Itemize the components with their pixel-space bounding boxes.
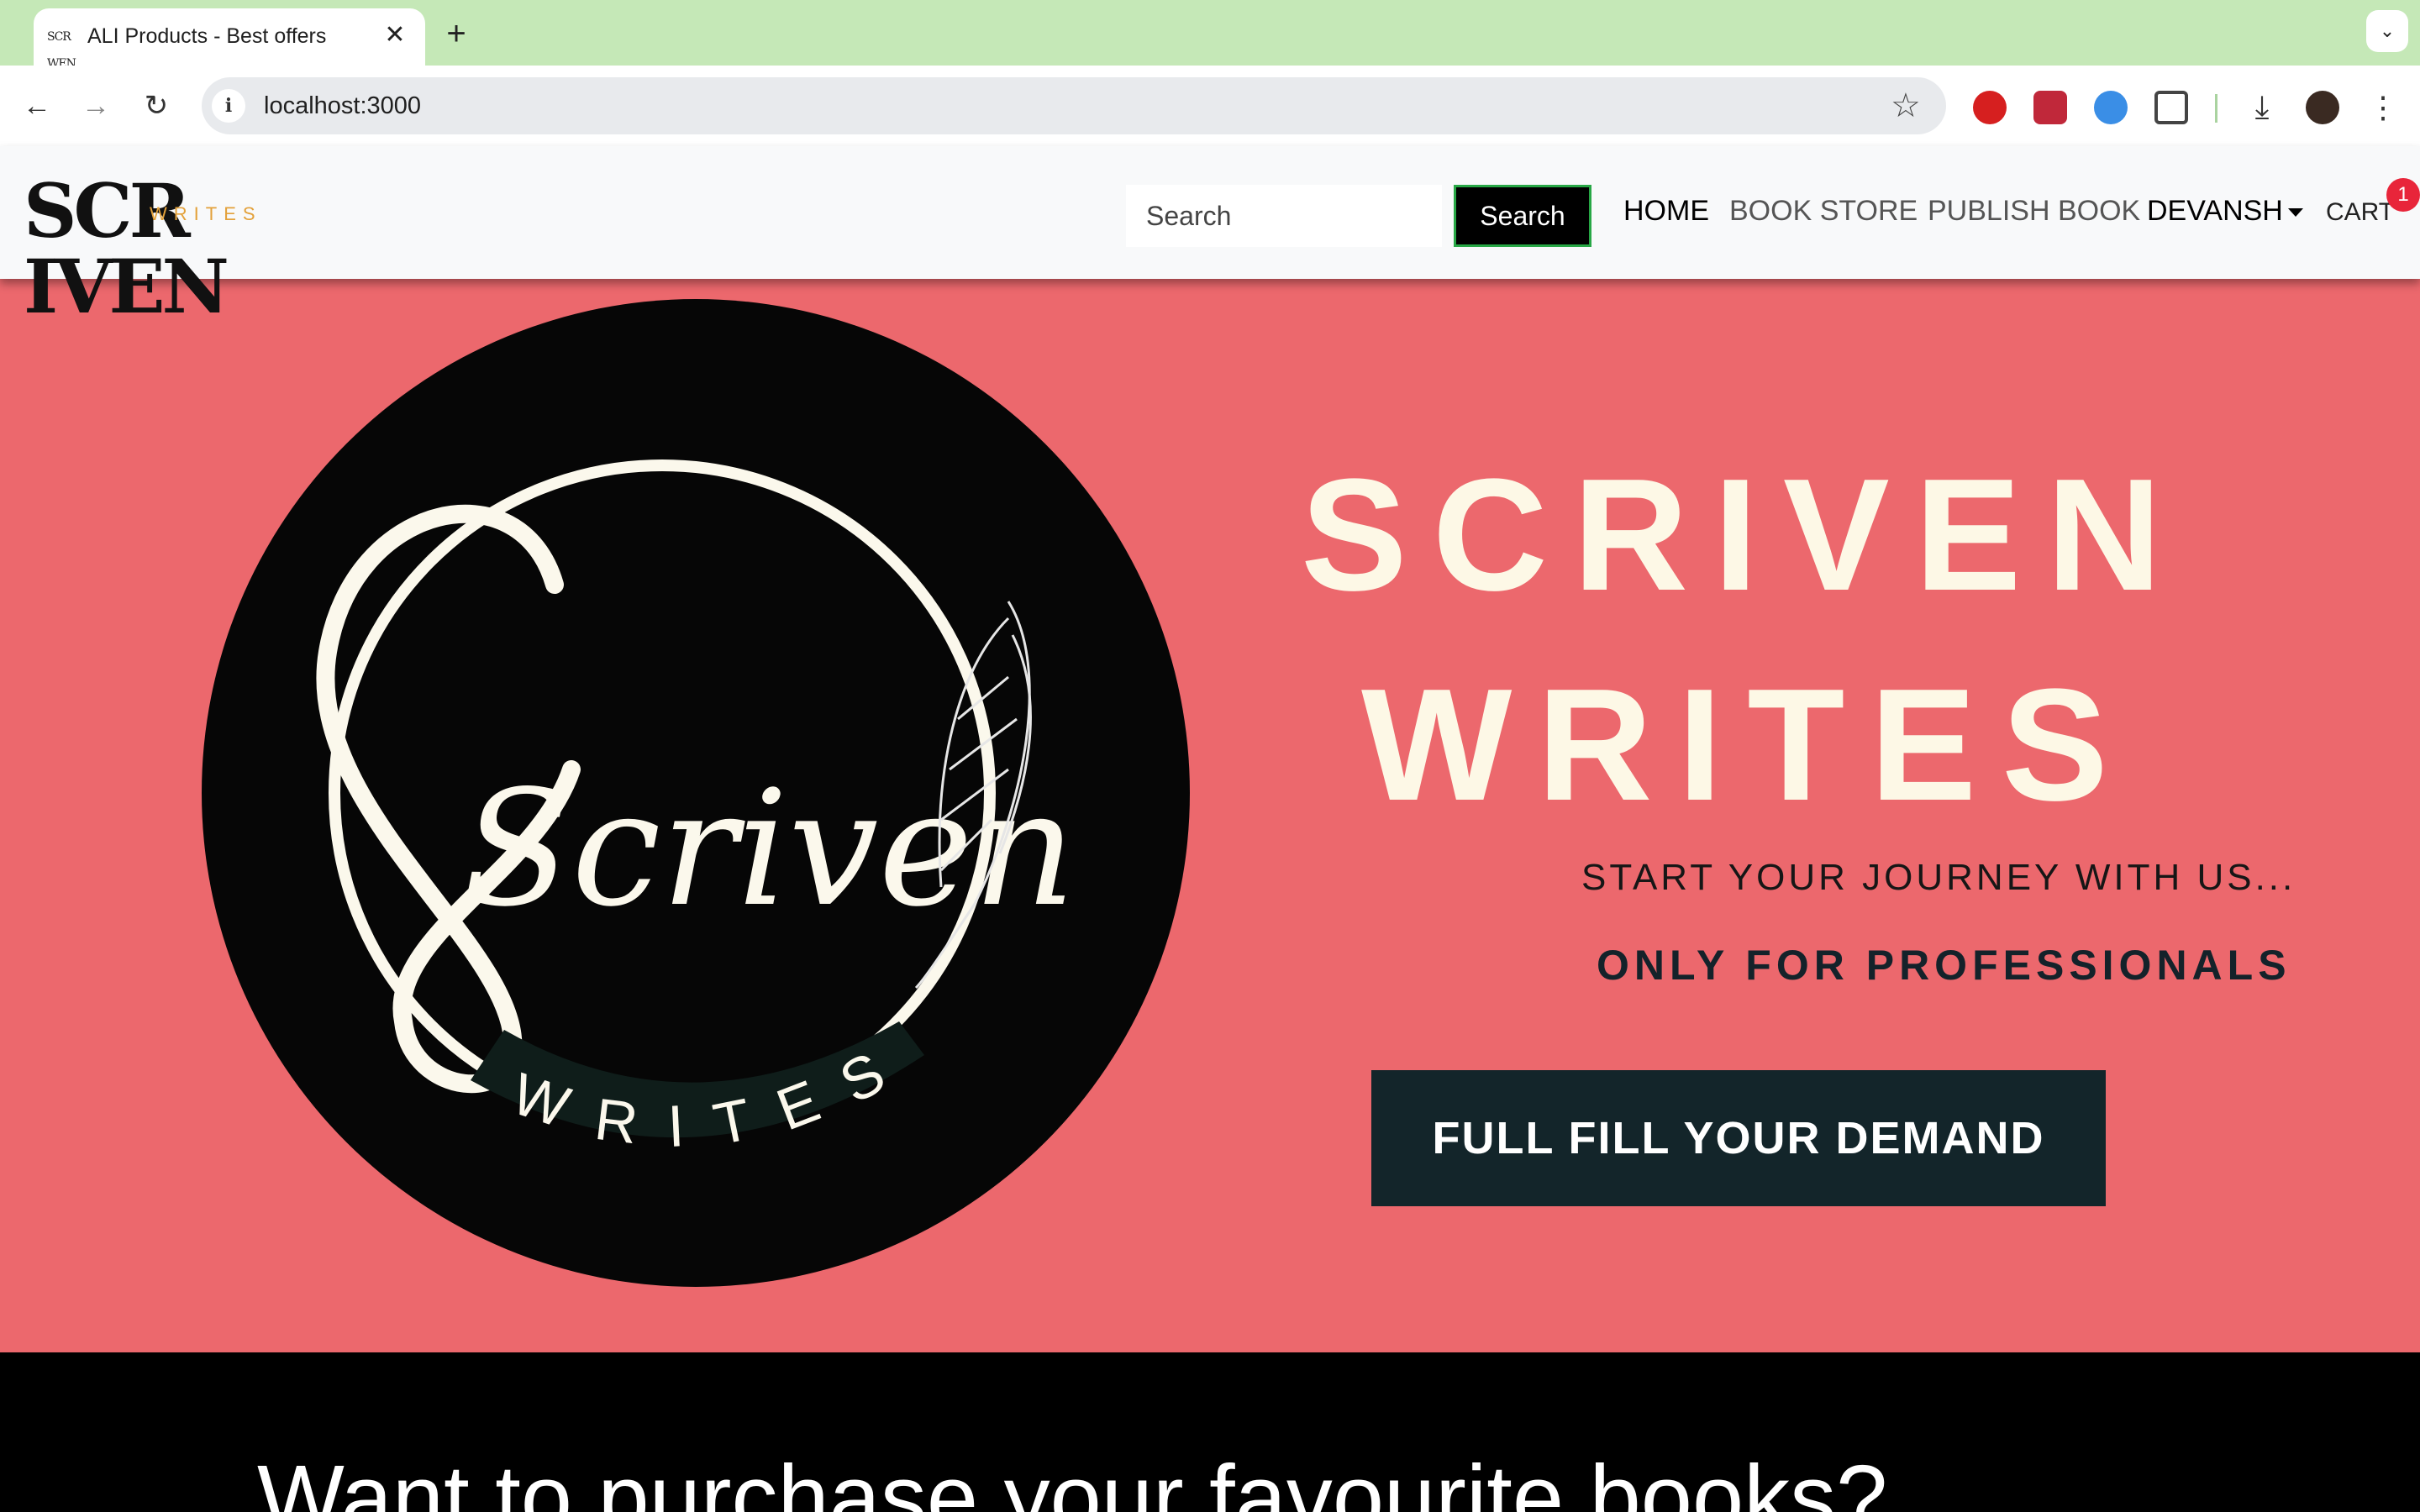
site-info-icon[interactable]	[212, 89, 245, 123]
logo-subtitle: WRITES	[150, 203, 262, 224]
full-fill-demand-button[interactable]: FULL FILL YOUR DEMAND	[1371, 1070, 2106, 1206]
toolbar-divider	[2215, 94, 2217, 123]
adblock-extension-icon[interactable]	[1973, 91, 2007, 124]
scriven-writes-emblem: Scriven WRITES	[202, 299, 1190, 1287]
cart-count-badge: 1	[2386, 178, 2420, 212]
address-bar[interactable]: localhost:3000 ☆	[202, 77, 1946, 134]
search-button[interactable]: Search	[1454, 185, 1591, 247]
caret-down-icon	[2287, 208, 2303, 218]
download-icon[interactable]: ⤓	[2245, 91, 2279, 124]
extension-icon[interactable]	[2033, 91, 2067, 124]
hero-title-line1: SCRIVEN	[1301, 446, 2187, 624]
user-name: DEVANSH	[2147, 195, 2283, 227]
reload-icon[interactable]: ↻	[134, 84, 178, 128]
user-dropdown[interactable]: DEVANSH	[2147, 195, 2303, 228]
cart-link[interactable]: CART	[2326, 198, 2394, 227]
browser-menu-icon[interactable]: ⋮	[2366, 91, 2400, 124]
nav-home-link[interactable]: HOME	[1623, 195, 1709, 228]
site-navbar: SCR IVEN WRITES Search HOME BOOK STORE P…	[0, 146, 2420, 324]
forward-arrow-icon[interactable]: →	[74, 84, 118, 128]
tab-favicon-icon: SCR WEN	[47, 30, 76, 71]
extensions-puzzle-icon[interactable]	[2154, 91, 2188, 124]
browser-toolbar: ← → ↻ localhost:3000 ☆ ⤓ ⋮	[0, 66, 2420, 146]
new-tab-button[interactable]: +	[437, 17, 476, 55]
emblem-script-text: Scriven	[462, 756, 1076, 942]
hero-title-line2: WRITES	[1361, 656, 2133, 834]
tab-search-button[interactable]: ⌄	[2366, 10, 2408, 52]
site-logo[interactable]: SCR IVEN WRITES	[24, 173, 385, 324]
url-text[interactable]: localhost:3000	[264, 92, 421, 120]
purchase-section: Want to purchase your favourite books?	[0, 1352, 2420, 1512]
back-arrow-icon[interactable]: ←	[15, 84, 59, 128]
hero-tagline: ONLY FOR PROFESSIONALS	[1597, 942, 2291, 989]
logo-wordmark: SCR IVEN	[24, 167, 229, 330]
tab-title: ALI Products - Best offers	[87, 24, 327, 48]
hero-section: Scriven WRITES SCRIVEN WRITES START YOUR…	[0, 279, 2420, 1352]
bookmark-star-icon[interactable]: ☆	[1891, 86, 1921, 126]
hero-subtitle: START YOUR JOURNEY WITH US...	[1581, 857, 2296, 898]
browser-tab[interactable]: SCR WEN ALI Products - Best offers ✕	[34, 8, 425, 71]
profile-avatar[interactable]	[2306, 91, 2339, 124]
search-input[interactable]	[1126, 185, 1442, 247]
extension-icon[interactable]	[2094, 91, 2128, 124]
browser-tabstrip: SCR WEN ALI Products - Best offers ✕ + ⌄	[0, 0, 2420, 71]
chevron-down-icon: ⌄	[2379, 20, 2396, 41]
purchase-section-title: Want to purchase your favourite books?	[257, 1446, 1888, 1512]
nav-book-store-link[interactable]: BOOK STORE	[1729, 195, 1918, 228]
nav-publish-book-link[interactable]: PUBLISH BOOK	[1928, 195, 2140, 228]
tab-close-icon[interactable]: ✕	[378, 18, 412, 52]
